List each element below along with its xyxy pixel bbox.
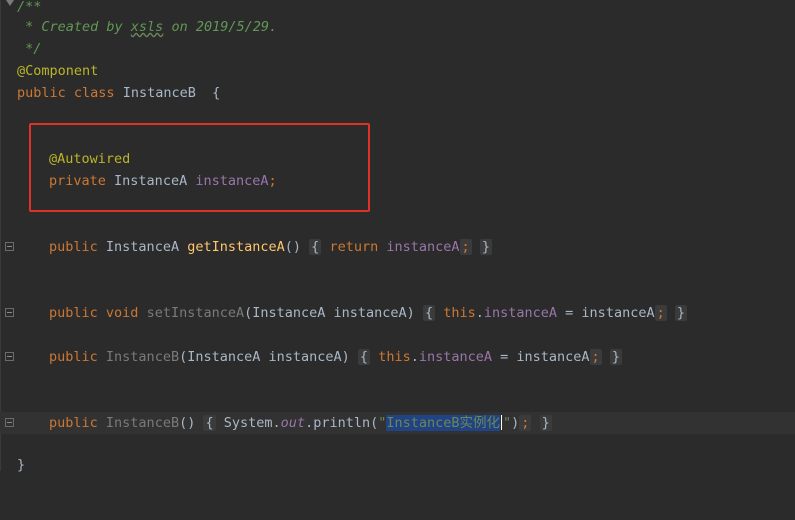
setter-method: public void setInstanceA(InstanceA insta… (49, 305, 688, 321)
folded-region[interactable]: { (203, 415, 216, 431)
code-line[interactable]: * Created by xsls on 2019/5/29. (0, 16, 795, 38)
code-line[interactable]: public InstanceA getInstanceA() { return… (0, 236, 795, 258)
code-line[interactable]: public class InstanceB { (0, 82, 795, 104)
comment-body: * Created by xsls on 2019/5/29. (17, 19, 278, 35)
fold-expand-icon[interactable] (5, 308, 14, 317)
fold-expand-icon[interactable] (5, 242, 14, 251)
folded-region[interactable]: { (309, 239, 322, 255)
getter-method: public InstanceA getInstanceA() { return… (49, 239, 492, 255)
folded-region[interactable]: { (422, 305, 436, 321)
code-line[interactable]: public InstanceB(InstanceA instanceA) { … (0, 346, 795, 368)
code-line[interactable]: */ (0, 38, 795, 60)
class-declaration: public class InstanceB { (17, 85, 221, 101)
component-annotation: @Component (17, 63, 99, 79)
code-line[interactable]: public void setInstanceA(InstanceA insta… (0, 302, 795, 324)
selected-string[interactable]: InstanceB实例化 (386, 415, 501, 431)
constructor-with-arg: public InstanceB(InstanceA instanceA) { … (49, 349, 622, 365)
code-line-current[interactable]: public InstanceB() { System.out.println(… (0, 412, 795, 434)
class-close-brace: } (17, 457, 26, 473)
code-line[interactable]: } (0, 454, 795, 476)
red-highlight-box (29, 123, 370, 212)
fold-collapse-icon[interactable] (6, 0, 14, 6)
code-editor[interactable]: /** * Created by xsls on 2019/5/29. */ @… (0, 0, 795, 473)
constructor-no-arg: public InstanceB() { System.out.println(… (49, 415, 552, 431)
folded-region[interactable]: { (357, 349, 371, 365)
comment-close: */ (17, 41, 42, 57)
fold-expand-icon[interactable] (5, 352, 14, 361)
fold-expand-icon[interactable] (5, 418, 14, 427)
comment-author: xsls (130, 19, 164, 35)
text-caret (501, 415, 503, 430)
code-line[interactable]: @Component (0, 60, 795, 82)
